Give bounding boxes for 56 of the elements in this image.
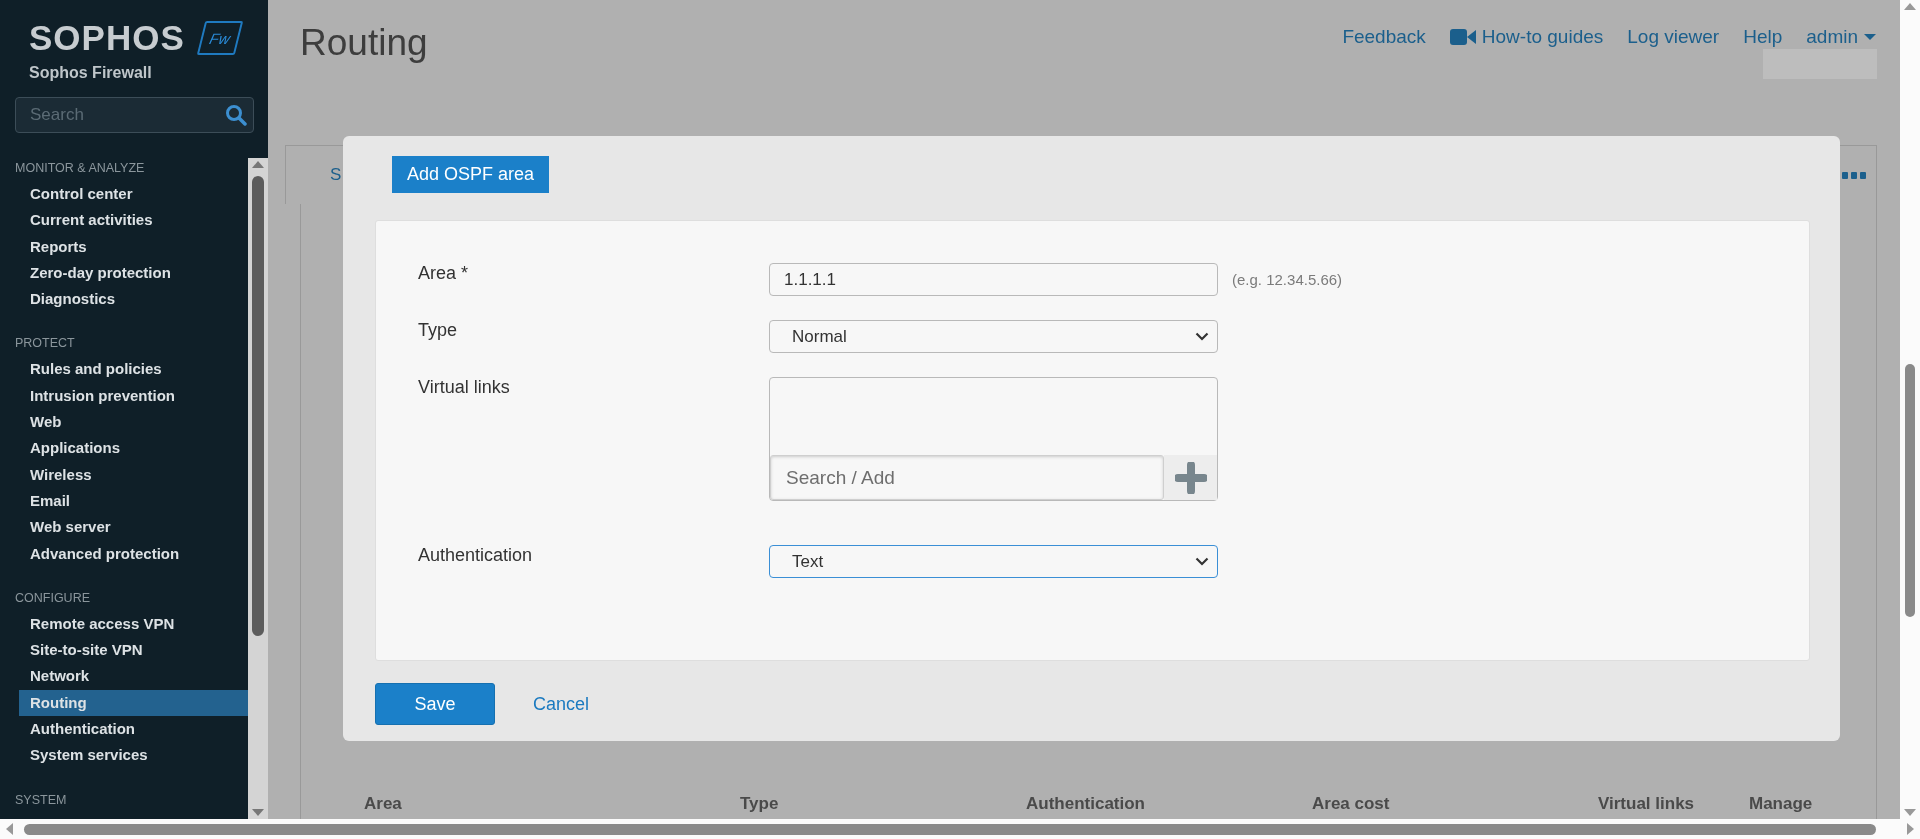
chevron-down-icon bbox=[1195, 332, 1209, 341]
search-field[interactable]: Search bbox=[15, 97, 254, 133]
nav-item[interactable]: Applications bbox=[19, 435, 248, 462]
column-header: Type bbox=[740, 794, 780, 814]
video-camera-icon bbox=[1449, 28, 1476, 46]
field-label: Virtual links bbox=[418, 377, 511, 398]
caret-icon bbox=[1864, 33, 1876, 41]
nav-item[interactable]: Wireless bbox=[19, 461, 248, 488]
column-header: Area cost bbox=[1312, 794, 1391, 814]
nav-item[interactable]: Email bbox=[19, 487, 248, 515]
nav-item[interactable]: Rules and policies bbox=[19, 356, 248, 383]
product-name: Sophos Firewall bbox=[29, 64, 153, 82]
scroll-left-icon[interactable] bbox=[4, 822, 14, 836]
save-button[interactable]: Save bbox=[375, 683, 495, 725]
plus-icon bbox=[1174, 461, 1207, 494]
logo-wordmark: SOPHOS bbox=[29, 20, 185, 56]
section-heading: CONFIGURE bbox=[15, 590, 91, 607]
section-heading: SYSTEM bbox=[15, 792, 68, 809]
nav-item[interactable]: Authentication bbox=[19, 716, 248, 743]
field-label: Area * bbox=[418, 263, 470, 284]
add-button[interactable] bbox=[1164, 455, 1217, 500]
column-header: Virtual links bbox=[1598, 794, 1696, 814]
search-add-field[interactable]: Search / Add bbox=[770, 455, 1164, 500]
nav-item[interactable]: Site-to-site VPN bbox=[19, 637, 248, 664]
field-hint: (e.g. 12.34.5.66) bbox=[1232, 271, 1343, 288]
column-header: Area bbox=[364, 794, 403, 814]
field-label: Type bbox=[418, 320, 459, 341]
product-badge: Fw bbox=[196, 21, 243, 55]
nav-item[interactable]: Network bbox=[19, 663, 248, 690]
cancel-link[interactable]: Cancel bbox=[533, 693, 590, 715]
nav-item[interactable]: Current activities bbox=[19, 207, 248, 234]
search-icon bbox=[225, 104, 247, 126]
section-heading: MONITOR & ANALYZE bbox=[15, 161, 146, 177]
field-label: Authentication bbox=[418, 545, 534, 566]
more-icon[interactable] bbox=[1842, 171, 1866, 179]
column-header: Authentication bbox=[1026, 794, 1146, 814]
nav-item[interactable]: Reports bbox=[19, 233, 248, 260]
page-title: Routing bbox=[300, 22, 429, 64]
nav-item[interactable]: Control center bbox=[19, 181, 248, 208]
dropdown[interactable]: Text bbox=[769, 545, 1218, 578]
scroll-right-icon[interactable] bbox=[1906, 822, 1916, 836]
nav-item[interactable]: Diagnostics bbox=[19, 286, 248, 313]
nav-item[interactable]: System services bbox=[19, 742, 248, 769]
dropdown[interactable]: Normal bbox=[769, 320, 1218, 353]
nav-item[interactable]: Intrusion prevention bbox=[19, 382, 248, 410]
section-heading: PROTECT bbox=[15, 336, 76, 353]
add-ospf-area-tab[interactable]: Add OSPF area bbox=[392, 156, 550, 193]
chevron-down-icon bbox=[1195, 557, 1209, 566]
column-header: Manage bbox=[1749, 794, 1814, 814]
nav-item[interactable]: Advanced protection bbox=[19, 540, 248, 567]
nav-item[interactable]: Routing bbox=[19, 689, 248, 717]
nav-item[interactable]: Zero-day protection bbox=[19, 259, 248, 287]
nav-item[interactable]: Remote access VPN bbox=[19, 610, 248, 638]
input-field[interactable]: 1.1.1.1 bbox=[769, 263, 1218, 296]
nav-item[interactable]: Web bbox=[19, 409, 248, 436]
nav-item[interactable]: Web server bbox=[19, 514, 248, 541]
